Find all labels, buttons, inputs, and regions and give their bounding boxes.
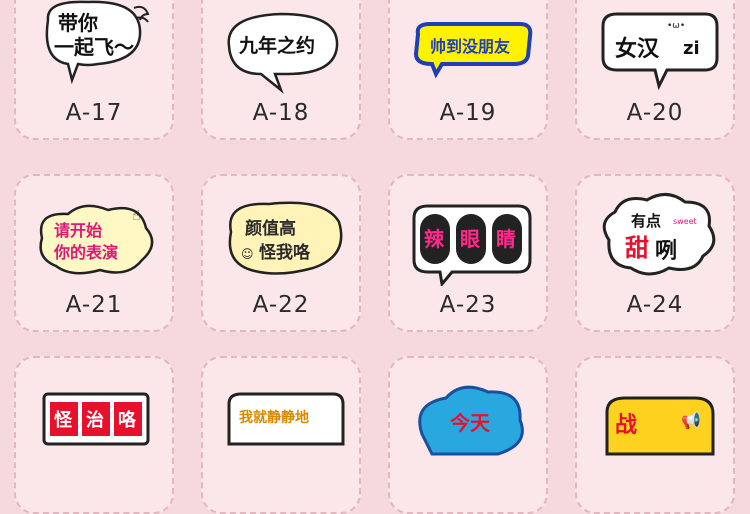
sticker-card-a19[interactable]: 帅到没朋友 A-19 <box>388 0 548 140</box>
speech-bubble-art: 今天 <box>402 364 536 468</box>
sticker-text-char1: 怪 <box>54 409 73 431</box>
speech-bubble-art: ☝ 请开始 你的表演 <box>28 182 162 286</box>
sticker-text-line1: 帅到没朋友 <box>430 37 511 56</box>
sticker-card-row3-2[interactable]: 我就静静地 <box>201 356 361 514</box>
product-code: A-24 <box>626 292 684 318</box>
sticker-card-a23[interactable]: 辣 眼 睛 A-23 <box>388 174 548 332</box>
sticker-catalog-grid: 带你 一起飞～ A-17 九年之约 A-18 帅到没朋友 A-19 •ω• 女汉… <box>0 0 750 514</box>
sticker-text-line1: 请开始 <box>54 221 102 240</box>
sticker-text-char2: 咧 <box>655 239 677 264</box>
sticker-text-line1: 颜值高 <box>245 218 296 239</box>
sticker-text-line1: 我就静静地 <box>239 409 309 426</box>
product-code: A-19 <box>439 100 497 126</box>
speech-bubble-art: 帅到没朋友 <box>402 0 536 94</box>
sticker-card-a18[interactable]: 九年之约 A-18 <box>201 0 361 140</box>
speech-bubble-art: 颜值高 怪我咯 ☺ <box>215 182 349 286</box>
speech-bubble-art: 带你 一起飞～ <box>28 0 162 94</box>
sticker-text-line1: 女汉 <box>615 36 660 62</box>
sticker-text-line1: 有点 <box>631 212 661 230</box>
product-code: A-20 <box>626 100 684 126</box>
face-emoticon: •ω• <box>667 21 685 31</box>
speech-bubble-art: •ω• 女汉 zi <box>589 0 723 94</box>
product-code: A-23 <box>439 292 497 318</box>
sticker-card-row3-4[interactable]: 战 📢 <box>575 356 735 514</box>
megaphone-icon: 📢 <box>681 411 701 430</box>
speech-bubble-art: 战 📢 <box>589 364 723 468</box>
sticker-card-a22[interactable]: 颜值高 怪我咯 ☺ A-22 <box>201 174 361 332</box>
hand-icon: ☝ <box>132 208 141 224</box>
sticker-text-char2: 眼 <box>460 227 480 251</box>
sticker-text-line2: zi <box>683 38 700 59</box>
sticker-text-line2: 一起飞～ <box>54 35 134 59</box>
sticker-text-char3: 咯 <box>118 409 137 431</box>
sticker-card-a21[interactable]: ☝ 请开始 你的表演 A-21 <box>14 174 174 332</box>
sticker-text-sweet: sweet <box>673 217 697 226</box>
product-code: A-17 <box>65 100 123 126</box>
sticker-text-line1: 战 <box>615 413 637 438</box>
sticker-text-char2: 治 <box>86 409 104 431</box>
speech-bubble-art: 九年之约 <box>215 0 349 94</box>
product-code: A-18 <box>252 100 310 126</box>
sticker-text-line2: 你的表演 <box>53 243 118 262</box>
sticker-text-line1: 今天 <box>450 411 491 435</box>
sticker-card-a20[interactable]: •ω• 女汉 zi A-20 <box>575 0 735 140</box>
product-code: A-22 <box>252 292 310 318</box>
sticker-text-line2: 怪我咯 <box>259 242 311 263</box>
speech-bubble-art: 辣 眼 睛 <box>402 182 536 286</box>
sticker-card-a17[interactable]: 带你 一起飞～ A-17 <box>14 0 174 140</box>
sticker-text-line1: 带你 <box>58 11 98 35</box>
speech-bubble-art: 怪 治 咯 <box>28 364 162 468</box>
smiley-icon: ☺ <box>241 247 254 261</box>
sticker-card-row3-3[interactable]: 今天 <box>388 356 548 514</box>
sticker-text-char1: 甜 <box>625 234 649 262</box>
sticker-card-row3-1[interactable]: 怪 治 咯 <box>14 356 174 514</box>
sticker-card-a24[interactable]: 有点 sweet 甜 咧 A-24 <box>575 174 735 332</box>
sticker-text-char1: 辣 <box>424 227 445 251</box>
speech-bubble-art: 有点 sweet 甜 咧 <box>589 182 723 286</box>
sticker-text-char3: 睛 <box>496 227 516 251</box>
sticker-text-line1: 九年之约 <box>238 34 315 57</box>
speech-bubble-art: 我就静静地 <box>215 364 349 468</box>
product-code: A-21 <box>65 292 123 318</box>
